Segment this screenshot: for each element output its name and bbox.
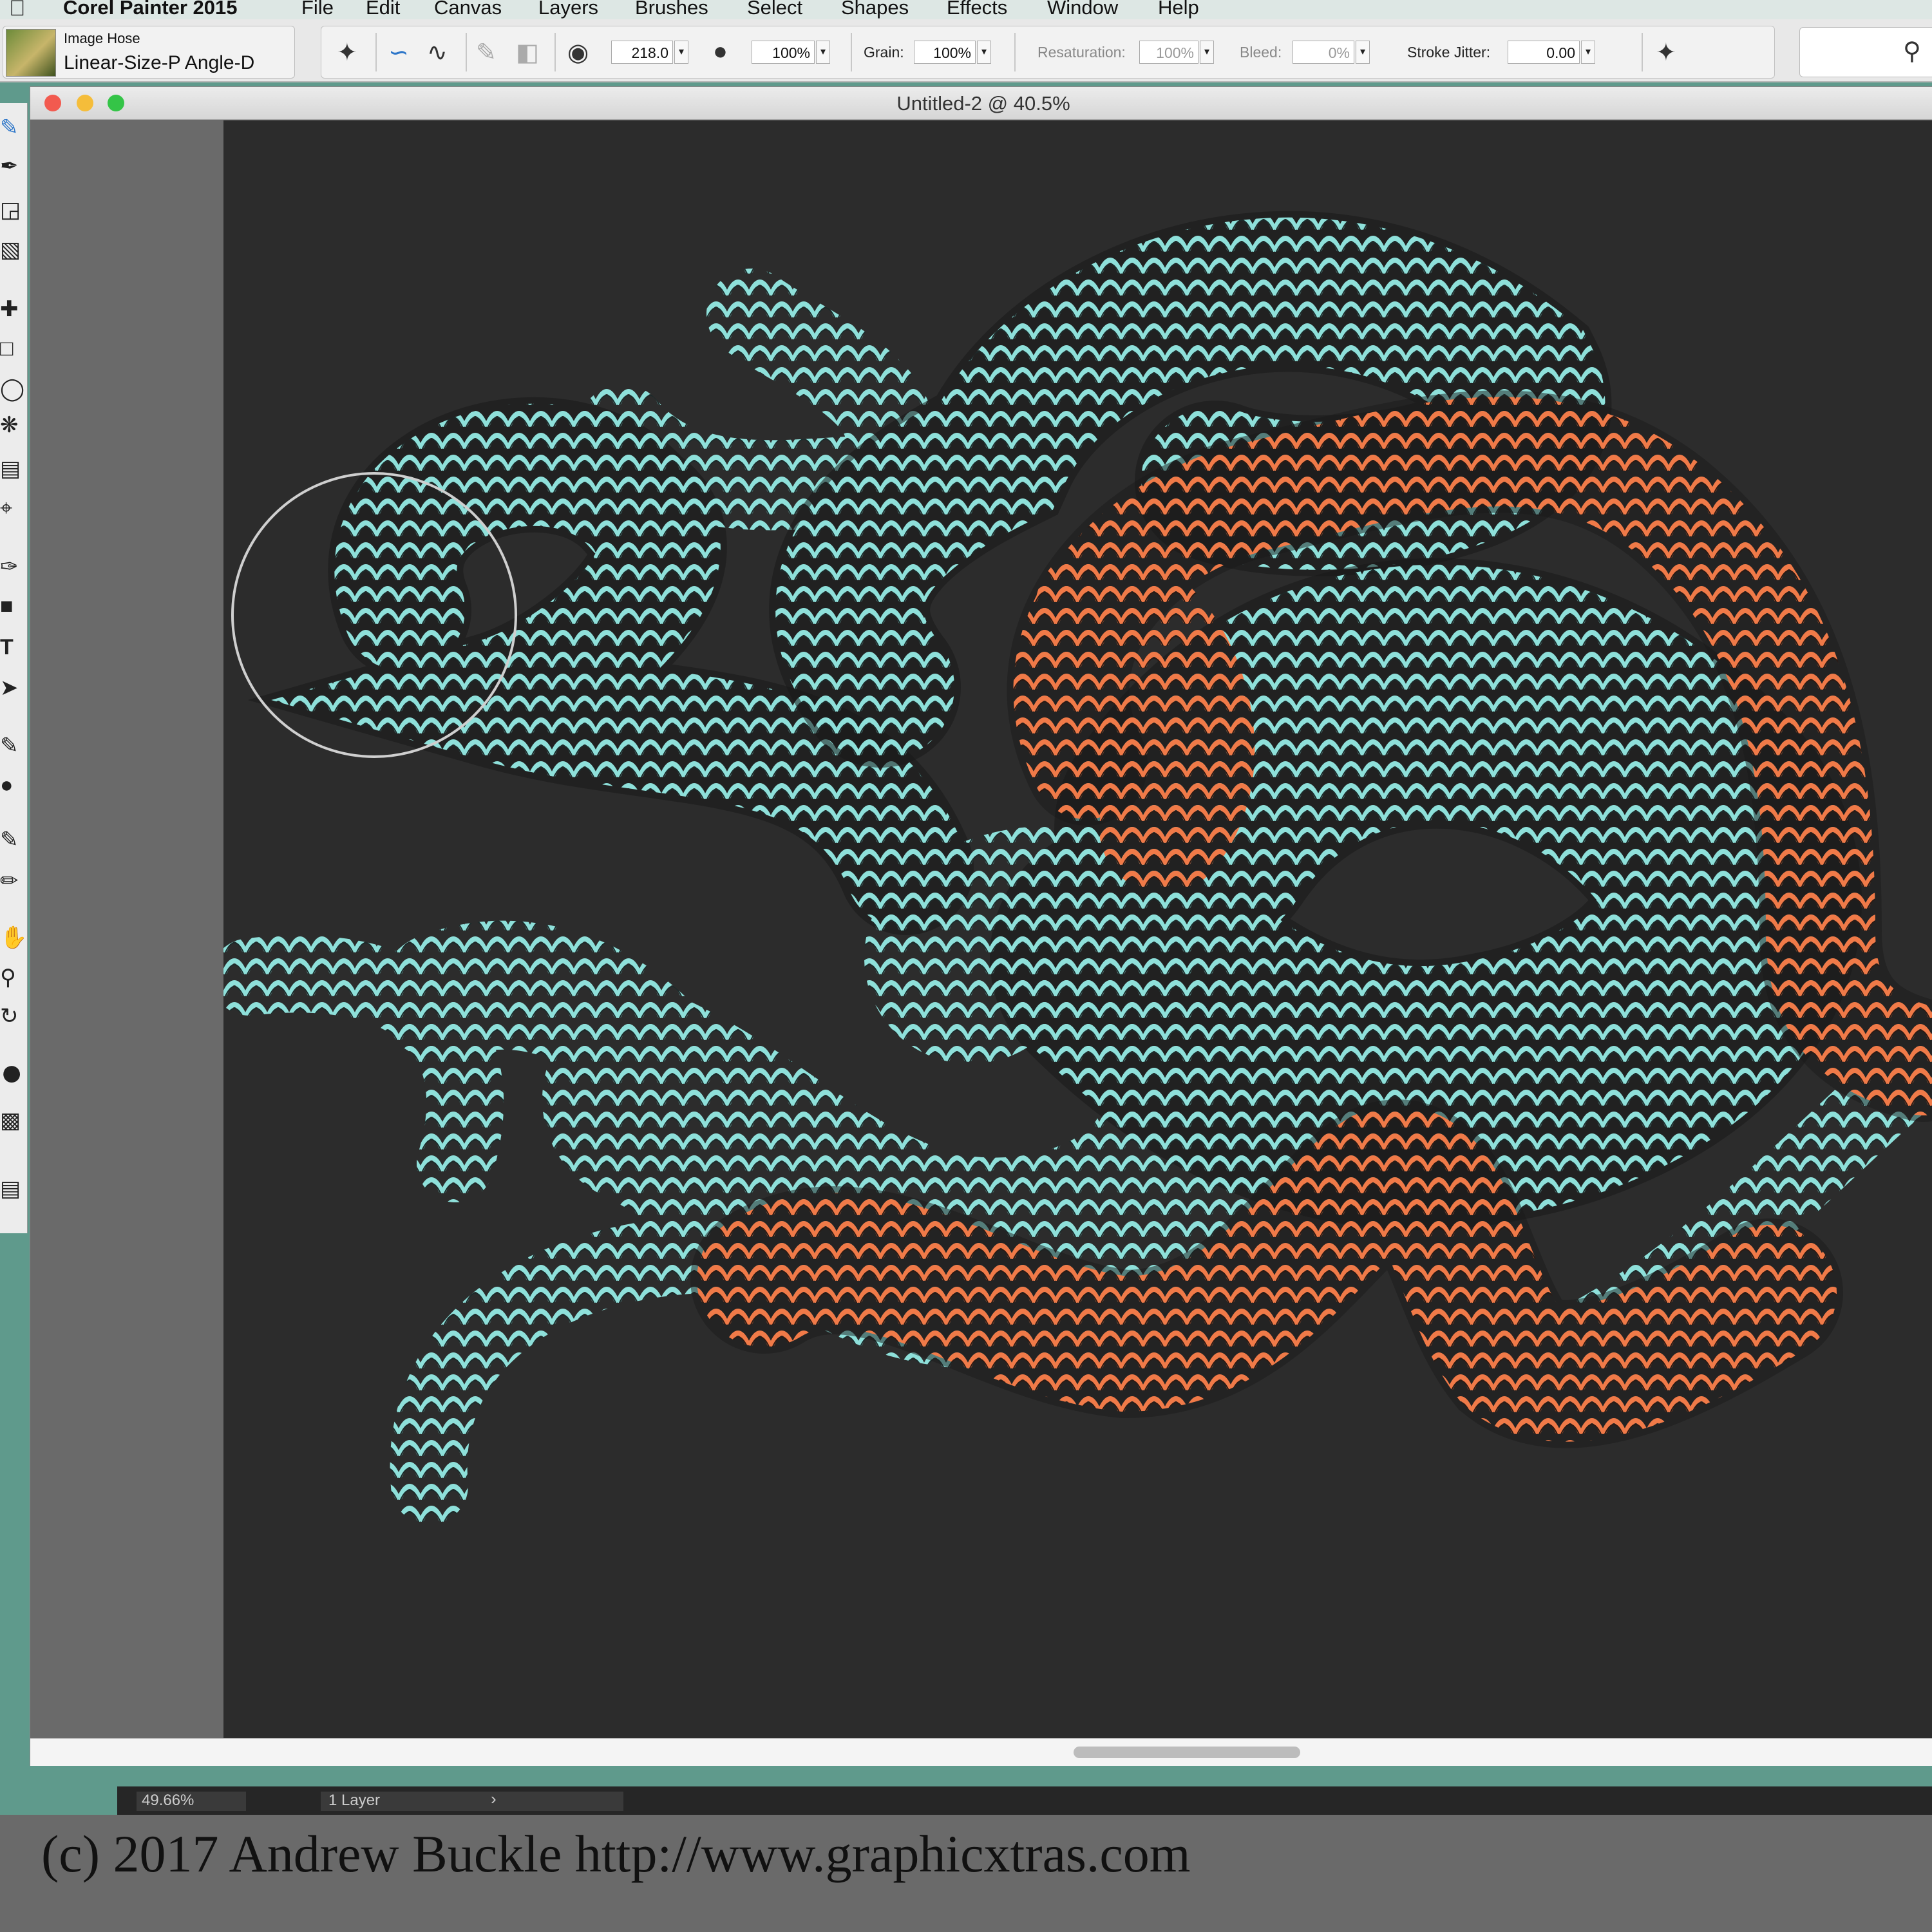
chevron-right-icon[interactable]: › <box>491 1789 497 1809</box>
screen-mode-icon[interactable]: ▤ <box>0 1176 27 1202</box>
rect-select-icon[interactable]: □ <box>0 336 27 361</box>
shape-icon[interactable]: ■ <box>0 594 27 619</box>
magnifier-icon[interactable]: ⚲ <box>0 965 27 990</box>
menu-help[interactable]: Help <box>1158 0 1199 19</box>
stroke-jitter-field[interactable]: 0.00 <box>1508 41 1580 64</box>
eraser-icon[interactable]: ▧ <box>0 237 27 263</box>
stroke-jitter-dropdown[interactable]: ▾ <box>1581 41 1595 64</box>
cloner-icon[interactable]: ✎ <box>0 733 27 759</box>
search-field[interactable]: ⚲ <box>1799 27 1932 77</box>
brush-selector[interactable]: Image Hose Linear-Size-P Angle-D <box>3 26 295 79</box>
apple-icon[interactable]:  <box>9 0 26 21</box>
paint-bucket-icon[interactable]: ◲ <box>0 197 27 223</box>
text-icon[interactable]: T <box>0 635 27 660</box>
size-icon: ◉ <box>567 39 589 66</box>
bleed-dropdown[interactable]: ▾ <box>1356 41 1370 64</box>
paper-icon[interactable]: ▩ <box>0 1108 27 1133</box>
canvas[interactable] <box>223 120 1932 1738</box>
magic-wand-icon[interactable]: ❋ <box>0 412 27 438</box>
layer-count: 1 Layer <box>321 1792 623 1811</box>
toolbox: ✎ ✒ ◲ ▧ ✚ □ ◯ ❋ ▤ ⌖ ✑ ■ T ➤ ✎ ● ✎ ✏ ✋ ⚲ … <box>0 103 28 1233</box>
separator <box>466 33 467 71</box>
mirror-icon[interactable]: ◧ <box>516 38 539 67</box>
separator <box>554 33 556 71</box>
dodge-icon[interactable]: ✎ <box>0 827 27 853</box>
grain-label: Grain: <box>864 44 904 61</box>
move-icon[interactable]: ✚ <box>0 296 27 322</box>
separator <box>1014 33 1016 71</box>
bleed-label: Bleed: <box>1240 44 1282 61</box>
resaturation-dropdown[interactable]: ▾ <box>1200 41 1214 64</box>
reset-brush-icon[interactable]: ✦ <box>337 38 357 67</box>
burn-icon[interactable]: ✏ <box>0 868 27 894</box>
straight-line-stroke-icon[interactable]: ∿ <box>427 38 448 67</box>
size-dropdown[interactable]: ▾ <box>674 41 688 64</box>
size-field[interactable]: 218.0 <box>611 41 673 64</box>
opacity-icon: ● <box>713 38 728 65</box>
grain-field[interactable]: 100% <box>914 41 976 64</box>
freehand-stroke-icon[interactable]: ∽ <box>388 38 409 67</box>
horizontal-scrollbar[interactable] <box>30 1738 1932 1766</box>
property-bar: Image Hose Linear-Size-P Angle-D ✦ ∽ ∿ ✎… <box>0 19 1932 82</box>
menu-edit[interactable]: Edit <box>366 0 400 19</box>
opacity-field[interactable]: 100% <box>752 41 815 64</box>
lasso-icon[interactable]: ◯ <box>0 376 27 402</box>
bleed-field[interactable]: 0% <box>1293 41 1354 64</box>
opacity-dropdown[interactable]: ▾ <box>816 41 830 64</box>
transform-icon[interactable]: ▤ <box>0 456 27 482</box>
zoom-level[interactable]: 49.66% <box>137 1792 246 1811</box>
separator <box>851 33 852 71</box>
menu-brushes[interactable]: Brushes <box>635 0 708 19</box>
app-menu[interactable]: Corel Painter 2015 <box>63 0 238 19</box>
stroke-jitter-label: Stroke Jitter: <box>1407 44 1491 61</box>
document-titlebar: Untitled-2 @ 40.5% <box>30 87 1932 120</box>
artwork <box>223 211 1932 1524</box>
blender-icon[interactable]: ● <box>0 773 27 798</box>
menu-shapes[interactable]: Shapes <box>841 0 909 19</box>
pointer-icon[interactable]: ➤ <box>0 675 27 701</box>
grain-dropdown[interactable]: ▾ <box>977 41 991 64</box>
stroke-attr-icon[interactable]: ✎ <box>476 38 497 67</box>
search-icon: ⚲ <box>1903 38 1921 65</box>
status-bar: 49.66% 1 Layer › <box>117 1786 1932 1815</box>
rotate-icon[interactable]: ↻ <box>0 1003 27 1029</box>
brush-options: ✦ ∽ ∿ ✎ ◧ ◉ 218.0 ▾ ● 100% ▾ Grain: 100%… <box>321 26 1775 79</box>
separator <box>375 33 377 71</box>
menu-window[interactable]: Window <box>1047 0 1118 19</box>
crop-icon[interactable]: ⌖ <box>0 496 27 521</box>
menu-effects[interactable]: Effects <box>947 0 1007 19</box>
separator <box>1642 33 1643 71</box>
menu-layers[interactable]: Layers <box>538 0 598 19</box>
brush-category: Image Hose <box>64 30 140 46</box>
menu-canvas[interactable]: Canvas <box>434 0 502 19</box>
menu-select[interactable]: Select <box>747 0 802 19</box>
document-window: Untitled-2 @ 40.5% <box>30 86 1932 1766</box>
menu-bar:  Corel Painter 2015 File Edit Canvas La… <box>0 0 1932 21</box>
brush-variant: Linear-Size-P Angle-D <box>64 52 255 73</box>
hand-icon[interactable]: ✋ <box>0 925 27 951</box>
resaturation-label: Resaturation: <box>1037 44 1126 61</box>
color-swatch-icon[interactable]: ● <box>0 1050 27 1094</box>
brush-thumbnail-icon[interactable] <box>6 29 56 77</box>
scrollbar-thumb[interactable] <box>1074 1747 1300 1758</box>
document-title: Untitled-2 @ 40.5% <box>896 92 1070 115</box>
brush-tracking-icon[interactable]: ✦ <box>1656 38 1676 67</box>
pen-icon[interactable]: ✑ <box>0 554 27 580</box>
resaturation-field[interactable]: 100% <box>1139 41 1198 64</box>
dropper-icon[interactable]: ✒ <box>0 153 27 179</box>
brush-icon[interactable]: ✎ <box>0 115 27 140</box>
copyright-credit: (c) 2017 Andrew Buckle http://www.graphi… <box>41 1824 1191 1883</box>
menu-file[interactable]: File <box>301 0 334 19</box>
